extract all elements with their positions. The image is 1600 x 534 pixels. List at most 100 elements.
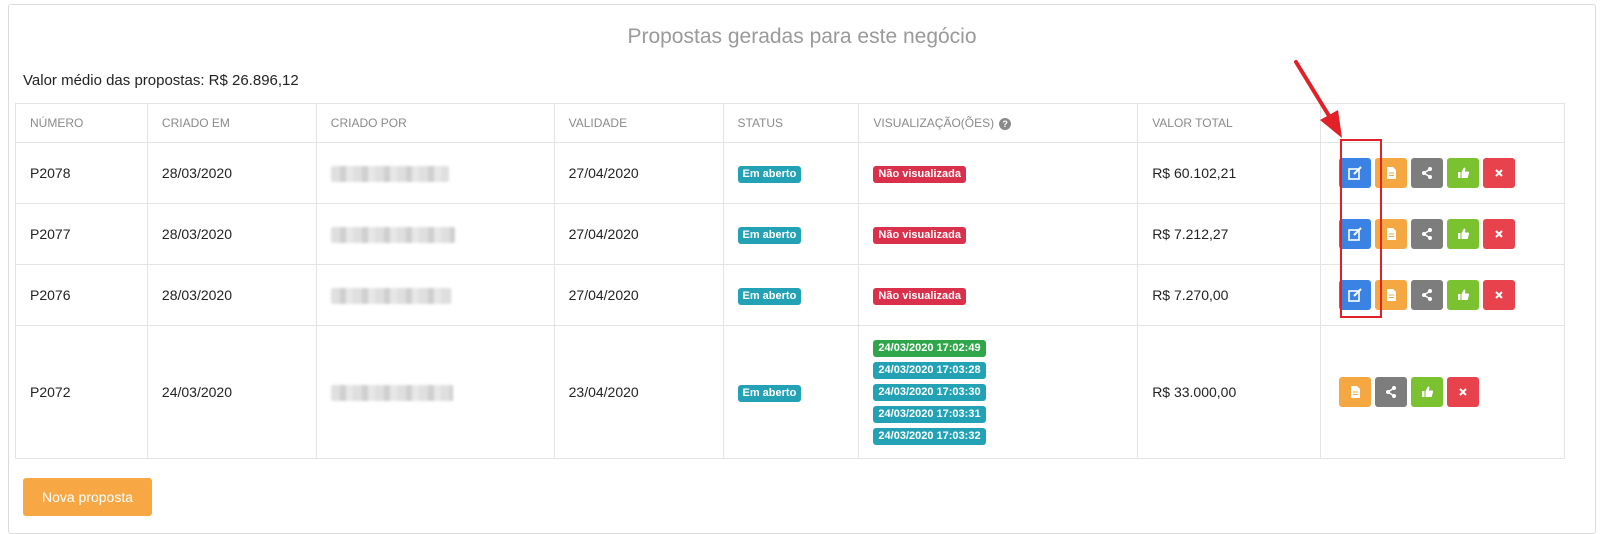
cell-validade: 23/04/2020	[553, 325, 724, 459]
cell-numero: P2078	[15, 142, 148, 204]
cell-visualizacao: 24/03/2020 17:02:49 24/03/2020 17:03:28 …	[858, 325, 1139, 459]
header-actions	[1320, 103, 1565, 143]
cell-criado-em: 24/03/2020	[146, 325, 317, 459]
share-button[interactable]	[1411, 219, 1444, 249]
cell-validade: 27/04/2020	[553, 264, 724, 326]
cell-valor-total: R$ 60.102,21	[1137, 142, 1322, 204]
proposals-table: NÚMERO CRIADO EM CRIADO POR VALIDADE STA…	[15, 103, 1565, 459]
cell-validade: 27/04/2020	[553, 203, 724, 265]
cell-numero: P2072	[15, 325, 148, 459]
average-value-label: Valor médio das propostas: R$ 26.896,12	[23, 72, 299, 89]
cell-criado-em: 28/03/2020	[146, 203, 317, 265]
thumbs-up-icon	[1458, 228, 1470, 239]
cell-status: Em aberto	[722, 264, 860, 326]
share-icon	[1386, 386, 1397, 398]
not-viewed-badge: Não visualizada	[873, 226, 966, 244]
table-row: P2076 28/03/2020 27/04/2020 Em aberto Nã…	[15, 264, 1565, 326]
close-icon	[1495, 230, 1503, 238]
cell-valor-total: R$ 33.000,00	[1137, 325, 1322, 459]
cell-valor-total: R$ 7.212,27	[1137, 203, 1322, 265]
cell-actions	[1320, 142, 1565, 204]
cell-visualizacao: Não visualizada	[858, 142, 1139, 204]
redacted-name	[330, 384, 453, 401]
edit-button[interactable]	[1339, 219, 1372, 249]
thumbs-up-icon	[1458, 289, 1470, 300]
table-row: P2077 28/03/2020 27/04/2020 Em aberto Nã…	[15, 203, 1565, 265]
not-viewed-badge: Não visualizada	[873, 165, 966, 183]
cell-actions	[1320, 264, 1565, 326]
document-icon	[1351, 386, 1361, 398]
table-row: P2078 28/03/2020 27/04/2020 Em aberto Nã…	[15, 142, 1565, 204]
approve-button[interactable]	[1411, 377, 1444, 407]
approve-button[interactable]	[1447, 158, 1480, 188]
status-badge: Em aberto	[737, 384, 802, 402]
cell-visualizacao: Não visualizada	[858, 264, 1139, 326]
cell-numero: P2077	[15, 203, 148, 265]
edit-icon	[1348, 227, 1362, 241]
document-icon	[1387, 167, 1397, 179]
view-timestamp-badge: 24/03/2020 17:03:32	[873, 427, 986, 445]
approve-button[interactable]	[1447, 280, 1480, 310]
annotation-arrow-icon	[1294, 60, 1342, 138]
header-criado-por: CRIADO POR	[315, 103, 555, 143]
question-circle-icon[interactable]: ?	[999, 117, 1012, 130]
share-button[interactable]	[1375, 377, 1408, 407]
redacted-name	[330, 165, 449, 182]
approve-button[interactable]	[1447, 219, 1480, 249]
document-button[interactable]	[1339, 377, 1372, 407]
share-icon	[1422, 289, 1433, 301]
edit-icon	[1348, 166, 1362, 180]
delete-button[interactable]	[1483, 158, 1516, 188]
cell-actions	[1320, 203, 1565, 265]
document-button[interactable]	[1375, 158, 1408, 188]
edit-button[interactable]	[1339, 158, 1372, 188]
view-timestamp-badge: 24/03/2020 17:03:28	[873, 361, 986, 379]
cell-criado-por	[315, 142, 555, 204]
edit-icon	[1348, 288, 1362, 302]
delete-button[interactable]	[1483, 280, 1516, 310]
status-badge: Em aberto	[737, 165, 802, 183]
cell-status: Em aberto	[722, 203, 860, 265]
document-button[interactable]	[1375, 280, 1408, 310]
document-icon	[1387, 228, 1397, 240]
header-status: STATUS	[722, 103, 860, 143]
cell-validade: 27/04/2020	[553, 142, 724, 204]
view-timestamp-badge: 24/03/2020 17:03:31	[873, 405, 986, 423]
close-icon	[1495, 291, 1503, 299]
delete-button[interactable]	[1483, 219, 1516, 249]
cell-criado-em: 28/03/2020	[146, 264, 317, 326]
not-viewed-badge: Não visualizada	[873, 287, 966, 305]
close-icon	[1495, 169, 1503, 177]
panel-title: Propostas geradas para este negócio	[627, 25, 977, 48]
header-validade: VALIDADE	[553, 103, 724, 143]
thumbs-up-icon	[1422, 386, 1434, 397]
view-timestamp-badge: 24/03/2020 17:03:30	[873, 383, 986, 401]
cell-criado-em: 28/03/2020	[146, 142, 317, 204]
header-criado-em: CRIADO EM	[146, 103, 317, 143]
share-icon	[1422, 167, 1433, 179]
cell-visualizacao: Não visualizada	[858, 203, 1139, 265]
redacted-name	[330, 287, 451, 304]
cell-criado-por	[315, 203, 555, 265]
delete-button[interactable]	[1447, 377, 1480, 407]
header-visualizacoes-label: VISUALIZAÇÃO(ÕES)	[873, 116, 995, 130]
table-row: P2072 24/03/2020 23/04/2020 Em aberto 24…	[15, 325, 1565, 459]
new-proposal-button[interactable]: Nova proposta	[23, 478, 152, 516]
status-badge: Em aberto	[737, 226, 802, 244]
share-button[interactable]	[1411, 158, 1444, 188]
close-icon	[1459, 388, 1467, 396]
edit-button[interactable]	[1339, 280, 1372, 310]
header-visualizacoes: VISUALIZAÇÃO(ÕES)?	[858, 103, 1139, 143]
document-icon	[1387, 289, 1397, 301]
redacted-name	[330, 226, 455, 243]
view-timestamp-badge: 24/03/2020 17:02:49	[873, 339, 986, 357]
cell-actions	[1320, 325, 1565, 459]
cell-numero: P2076	[15, 264, 148, 326]
cell-valor-total: R$ 7.270,00	[1137, 264, 1322, 326]
document-button[interactable]	[1375, 219, 1408, 249]
status-badge: Em aberto	[737, 287, 802, 305]
header-numero: NÚMERO	[15, 103, 148, 143]
share-button[interactable]	[1411, 280, 1444, 310]
share-icon	[1422, 228, 1433, 240]
thumbs-up-icon	[1458, 167, 1470, 178]
